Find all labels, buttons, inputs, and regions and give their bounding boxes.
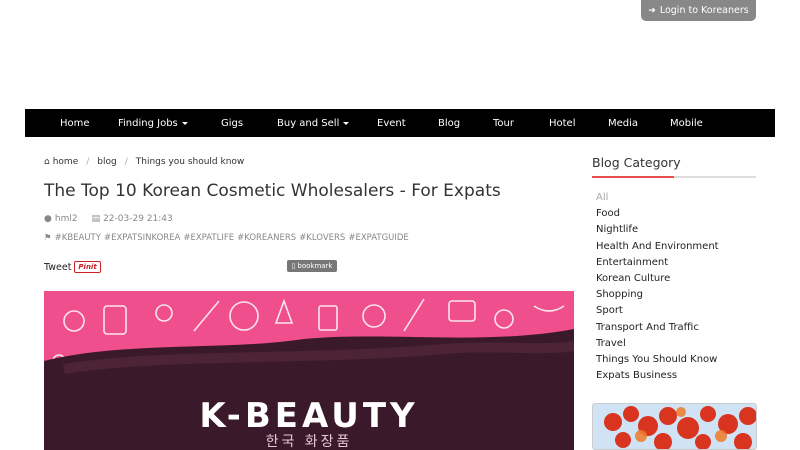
category-item-food[interactable]: Food bbox=[596, 206, 719, 222]
author: ● hml2 bbox=[44, 214, 78, 224]
nav-label: Buy and Sell bbox=[277, 117, 340, 129]
sign-in-icon: ➜ bbox=[648, 5, 656, 16]
tag-link[interactable]: #EXPATGUIDE bbox=[348, 233, 408, 243]
category-item-nightlife[interactable]: Nightlife bbox=[596, 222, 719, 238]
bookmark-label: bookmark bbox=[297, 262, 333, 270]
tweet-button[interactable]: Tweet bbox=[44, 262, 71, 273]
page-title: The Top 10 Korean Cosmetic Wholesalers -… bbox=[44, 181, 501, 201]
breadcrumb-separator: / bbox=[86, 157, 90, 167]
hero-image: K-BEAUTY 한국 화장품 bbox=[44, 291, 574, 450]
post-date: ▤ 22-03-29 21:43 bbox=[92, 214, 173, 224]
category-list: All Food Nightlife Health And Environmen… bbox=[596, 190, 719, 384]
category-item-health-and-environment[interactable]: Health And Environment bbox=[596, 239, 719, 255]
home-icon: ⌂ bbox=[44, 157, 50, 167]
breadcrumb: ⌂ home / blog / Things you should know bbox=[44, 157, 244, 167]
sidebar-thumbnail[interactable] bbox=[592, 403, 757, 450]
bookmark-icon: ▯ bbox=[291, 262, 296, 270]
tag-list: ⚑ #KBEAUTY #EXPATSINKOREA #EXPATLIFE #KO… bbox=[44, 233, 409, 243]
nav-item-buy-and-sell[interactable]: Buy and Sell bbox=[277, 109, 350, 137]
nav-label: Hotel bbox=[549, 117, 576, 129]
category-item-transport-and-traffic[interactable]: Transport And Traffic bbox=[596, 320, 719, 336]
autumn-leaves-image bbox=[593, 404, 756, 449]
hero-subtitle: 한국 화장품 bbox=[265, 434, 353, 450]
nav-label: Gigs bbox=[221, 117, 244, 129]
category-item-shopping[interactable]: Shopping bbox=[596, 287, 719, 303]
category-item-travel[interactable]: Travel bbox=[596, 336, 719, 352]
nav-item-mobile[interactable]: Mobile bbox=[670, 109, 703, 137]
breadcrumb-blog[interactable]: blog bbox=[97, 157, 116, 167]
login-label: Login to Koreaners bbox=[659, 5, 749, 16]
category-item-expats-business[interactable]: Expats Business bbox=[596, 368, 719, 384]
breadcrumb-current[interactable]: Things you should know bbox=[136, 157, 245, 167]
pinit-button[interactable]: Pinit bbox=[74, 261, 101, 273]
tag-link[interactable]: #KLOVERS bbox=[299, 233, 345, 243]
breadcrumb-separator: / bbox=[124, 157, 128, 167]
nav-item-tour[interactable]: Tour bbox=[493, 109, 514, 137]
share-bar: Tweet Pinit bbox=[44, 261, 101, 273]
login-button[interactable]: ➜ Login to Koreaners bbox=[641, 0, 756, 21]
nav-item-event[interactable]: Event bbox=[377, 109, 406, 137]
nav-label: Tour bbox=[493, 117, 514, 129]
tag-link[interactable]: #KOREANERS bbox=[237, 233, 296, 243]
calendar-icon: ▤ bbox=[91, 214, 101, 224]
bookmark-button[interactable]: ▯ bookmark bbox=[287, 260, 337, 272]
hero-title: K-BEAUTY bbox=[199, 396, 419, 436]
nav-label: Finding Jobs bbox=[118, 117, 178, 129]
tag-link[interactable]: #KBEAUTY bbox=[55, 233, 101, 243]
tags-icon: ⚑ bbox=[44, 233, 52, 243]
nav-label: Mobile bbox=[670, 117, 703, 129]
category-item-things-you-should-know[interactable]: Things You Should Know bbox=[596, 352, 719, 368]
category-item-entertainment[interactable]: Entertainment bbox=[596, 255, 719, 271]
nav-item-gigs[interactable]: Gigs bbox=[221, 109, 243, 137]
article-meta: ● hml2 ▤ 22-03-29 21:43 bbox=[44, 214, 173, 224]
nav-label: Media bbox=[608, 117, 639, 129]
nav-item-home[interactable]: Home bbox=[60, 109, 90, 137]
sidebar-heading-underline bbox=[592, 176, 756, 178]
nav-item-finding-jobs[interactable]: Finding Jobs bbox=[118, 109, 188, 137]
chevron-down-icon bbox=[181, 121, 188, 125]
category-item-sport[interactable]: Sport bbox=[596, 303, 719, 319]
nav-item-hotel[interactable]: Hotel bbox=[549, 109, 576, 137]
sidebar-heading: Blog Category bbox=[592, 155, 681, 170]
nav-label: Home bbox=[60, 117, 90, 129]
breadcrumb-home[interactable]: home bbox=[53, 157, 79, 167]
user-icon: ● bbox=[44, 214, 52, 224]
author-name: hml2 bbox=[54, 214, 78, 224]
category-item-korean-culture[interactable]: Korean Culture bbox=[596, 271, 719, 287]
nav-label: Blog bbox=[438, 117, 461, 129]
main-navbar: Home Finding Jobs Gigs Buy and Sell Even… bbox=[25, 109, 775, 137]
nav-label: Event bbox=[377, 117, 406, 129]
tag-link[interactable]: #EXPATSINKOREA bbox=[104, 233, 180, 243]
nav-item-media[interactable]: Media bbox=[608, 109, 638, 137]
chevron-down-icon bbox=[343, 121, 350, 125]
category-item-all[interactable]: All bbox=[596, 190, 719, 206]
date-value: 22-03-29 21:43 bbox=[103, 214, 173, 224]
nav-item-blog[interactable]: Blog bbox=[438, 109, 460, 137]
tag-link[interactable]: #EXPATLIFE bbox=[183, 233, 234, 243]
